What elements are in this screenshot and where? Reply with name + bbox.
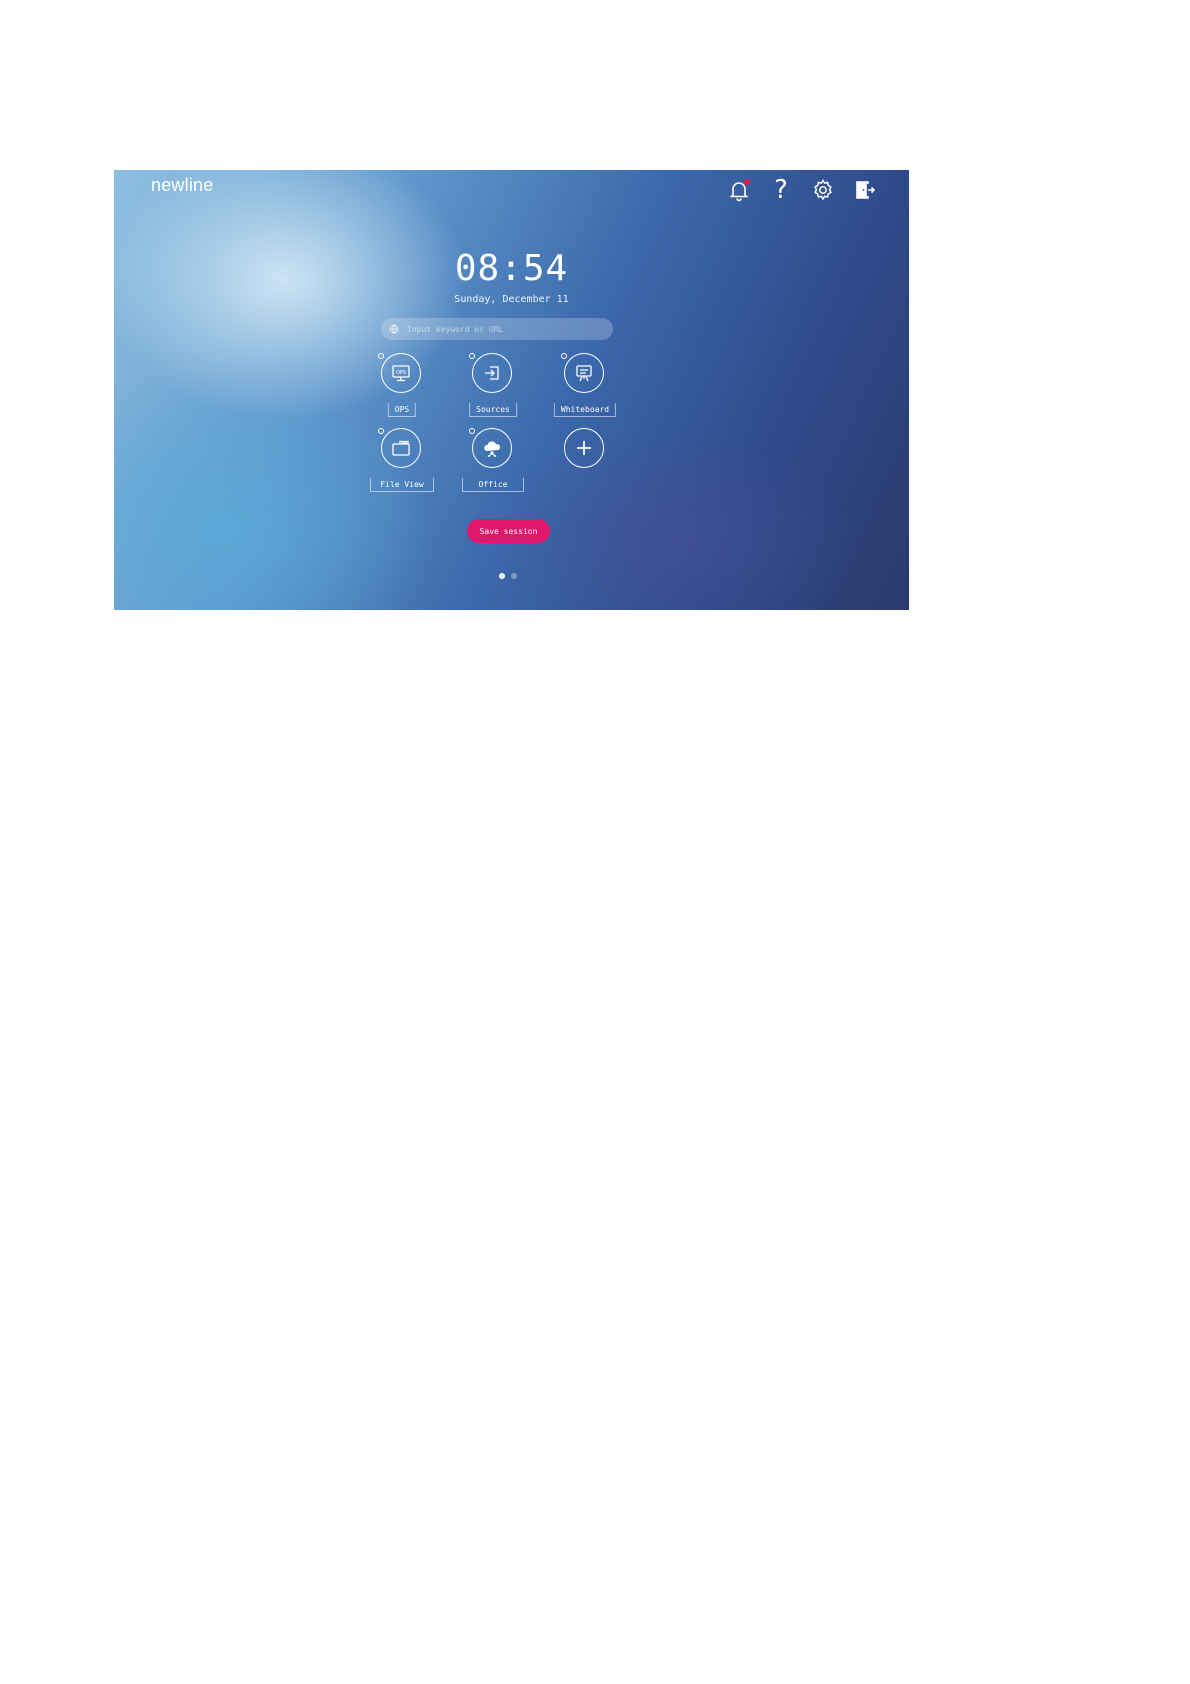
app-status-dot: [561, 353, 567, 359]
search-input[interactable]: [405, 323, 609, 335]
whiteboard-easel-icon: [576, 365, 592, 382]
app-label: Whiteboard: [553, 403, 617, 417]
ops-badge-text: OPS: [396, 370, 406, 376]
gear-icon: [814, 179, 832, 201]
app-status-dot: [378, 353, 384, 359]
app-file-view[interactable]: File View: [367, 428, 437, 498]
app-icon-circle: [381, 428, 421, 468]
app-icon-circle: [564, 353, 604, 393]
settings-button[interactable]: [809, 176, 837, 204]
clock-time: 08:54: [454, 248, 569, 289]
add-plus-icon: [577, 441, 591, 455]
sources-input-icon: [485, 366, 499, 380]
folder-icon: [392, 440, 410, 456]
notification-dot: [744, 179, 750, 185]
desktop-screen: newline ? 08:54 Sunday, December 11 Inpu…: [114, 170, 909, 610]
exit-door-icon: [856, 181, 876, 199]
app-sources[interactable]: Sources: [458, 353, 528, 423]
app-icon-circle: [472, 428, 512, 468]
page-dot-active[interactable]: [499, 573, 505, 579]
page-indicator: [499, 573, 517, 579]
top-toolbar: ?: [725, 176, 879, 204]
search-bar[interactable]: [381, 318, 613, 340]
app-label: File View: [370, 478, 434, 492]
exit-button[interactable]: [851, 176, 879, 204]
app-label: Office: [462, 478, 524, 492]
app-status-dot: [378, 428, 384, 434]
page-dot[interactable]: [511, 573, 517, 579]
help-icon: ?: [774, 175, 788, 205]
add-app-circle: [564, 428, 604, 468]
app-icon-circle: [472, 353, 512, 393]
newline-logo: newline: [151, 175, 214, 195]
help-button[interactable]: ?: [767, 176, 795, 204]
app-status-dot: [469, 428, 475, 434]
clock-date: Sunday, December 11: [454, 294, 569, 305]
app-ops[interactable]: OPS OPS: [367, 353, 437, 423]
globe-icon: [389, 324, 399, 334]
app-whiteboard[interactable]: Whiteboard: [550, 353, 620, 423]
app-label: OPS: [387, 403, 417, 417]
app-status-dot: [469, 353, 475, 359]
app-icon-circle: OPS: [381, 353, 421, 393]
office-cloud-icon: [484, 441, 501, 457]
notification-button[interactable]: [725, 176, 753, 204]
app-label: Sources: [469, 403, 517, 417]
save-session-button[interactable]: Save session: [467, 519, 550, 543]
app-office[interactable]: Office: [458, 428, 528, 498]
app-add[interactable]: [550, 428, 620, 498]
ops-monitor-icon: OPS: [392, 365, 410, 382]
